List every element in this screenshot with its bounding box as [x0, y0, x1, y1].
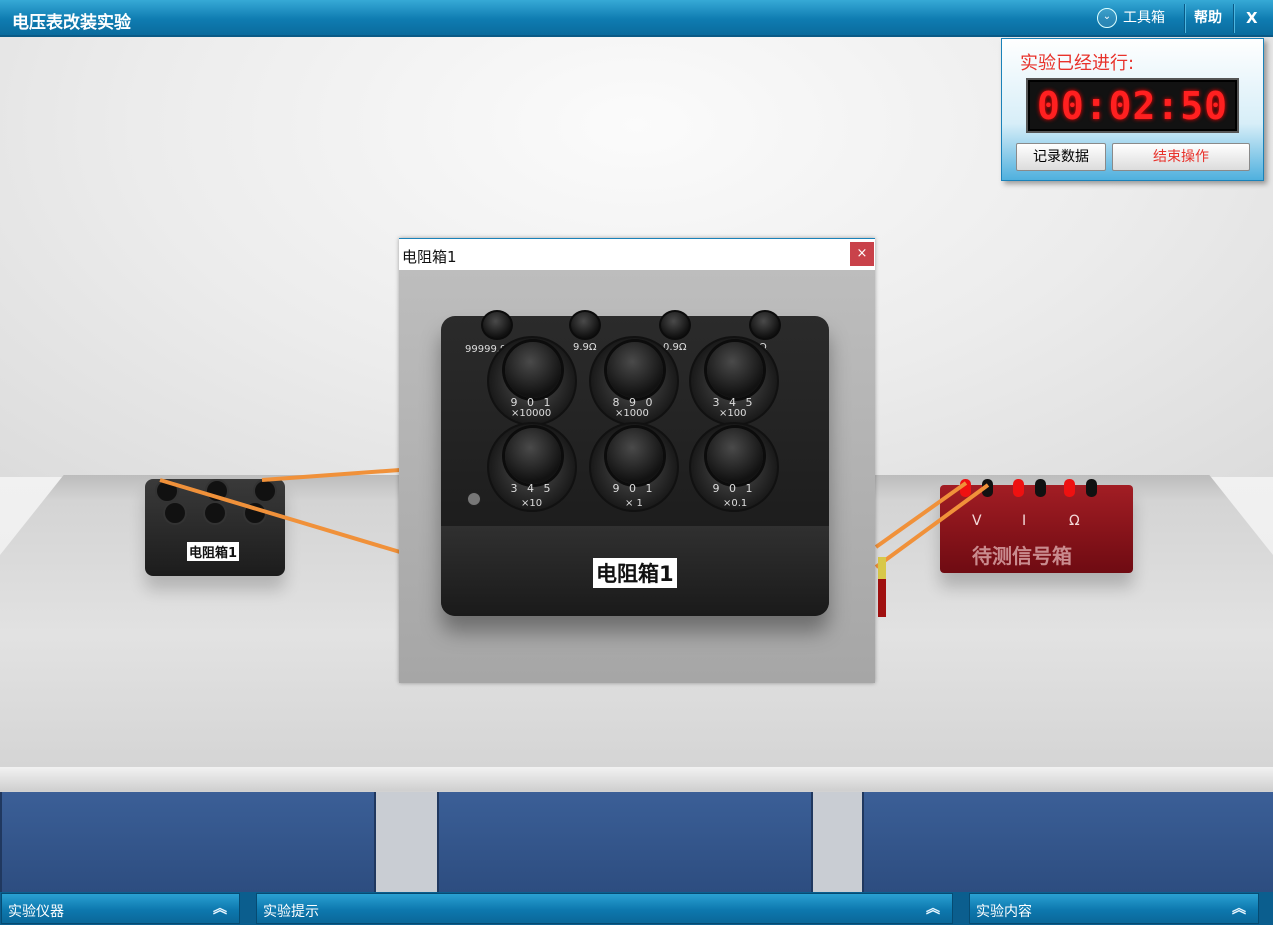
record-data-button[interactable]: 记录数据: [1016, 143, 1106, 171]
timer-label: 实验已经进行:: [1020, 53, 1135, 74]
dial-multiplier: ×100: [719, 408, 747, 419]
content-panel-tab[interactable]: 实验内容 ︽: [969, 893, 1259, 924]
terminal-label: 9.9Ω: [573, 342, 597, 353]
help-button[interactable]: 帮助: [1194, 0, 1222, 37]
wire-plug-tip: [878, 557, 886, 579]
hints-panel-tab[interactable]: 实验提示 ︽: [256, 893, 953, 924]
resistance-box-dialog: 电阻箱1 × 99999.9Ω 9.9Ω 0.9Ω Ω 9 0 1 8 9 0: [399, 238, 875, 683]
double-chevron-up-icon: ︽: [1232, 901, 1246, 917]
chevron-down-icon: ⌄: [1097, 8, 1117, 28]
terminal-knob[interactable]: [569, 310, 601, 340]
dial-digits: 9 0 1: [612, 482, 656, 495]
resistance-box-image: 99999.9Ω 9.9Ω 0.9Ω Ω 9 0 1 8 9 0 3 4 5 ×…: [441, 310, 829, 616]
timer-panel: 实验已经进行: 00:02:50 记录数据 结束操作: [1001, 38, 1264, 181]
wire[interactable]: [159, 478, 401, 554]
terminal-knob[interactable]: [659, 310, 691, 340]
content-label: 实验内容: [976, 904, 1032, 920]
dial-digits: 3 4 5: [510, 482, 554, 495]
dialog-header: 电阻箱1 ×: [399, 238, 875, 270]
dial-knob: [505, 342, 561, 398]
dialog-title: 电阻箱1: [402, 248, 457, 266]
bottom-bar: 实验仪器 ︽ 实验提示 ︽ 实验内容 ︽: [0, 892, 1273, 925]
dial-digits: 9 0 1: [712, 482, 756, 495]
dialog-body: 99999.9Ω 9.9Ω 0.9Ω Ω 9 0 1 8 9 0 3 4 5 ×…: [399, 270, 875, 683]
end-operation-button[interactable]: 结束操作: [1112, 143, 1250, 171]
timer-value: 00:02:50: [1036, 84, 1229, 128]
close-app-button[interactable]: X: [1246, 0, 1258, 37]
dial-knob: [707, 428, 763, 484]
wire[interactable]: [874, 481, 968, 549]
dial-multiplier: × 1: [625, 498, 643, 509]
big-box-label: 电阻箱1: [593, 558, 677, 588]
instruments-label: 实验仪器: [8, 904, 64, 920]
toolbar-divider: [1233, 4, 1235, 33]
dial-knob: [607, 342, 663, 398]
dial-multiplier: ×10000: [511, 408, 552, 419]
close-icon[interactable]: ×: [850, 242, 874, 266]
timer-display: 00:02:50: [1026, 78, 1239, 133]
screw: [467, 492, 481, 506]
terminal-knob[interactable]: [481, 310, 513, 340]
double-chevron-up-icon: ︽: [213, 901, 227, 917]
wire[interactable]: [874, 483, 990, 569]
terminal-knob[interactable]: [749, 310, 781, 340]
wire[interactable]: [261, 468, 401, 482]
toolbox-label: 工具箱: [1123, 10, 1165, 26]
dial-knob: [505, 428, 561, 484]
instruments-panel-tab[interactable]: 实验仪器 ︽: [1, 893, 240, 924]
hints-label: 实验提示: [263, 904, 319, 920]
dial-multiplier: ×1000: [615, 408, 649, 419]
dial-knob: [607, 428, 663, 484]
toolbox-button[interactable]: ⌄ 工具箱: [1097, 0, 1165, 37]
dial-multiplier: ×10: [521, 498, 543, 509]
dial-multiplier: ×0.1: [723, 498, 748, 509]
dial-knob: [707, 342, 763, 398]
title-bar: 电压表改装实验 ⌄ 工具箱 帮助 X: [0, 0, 1273, 37]
app-title: 电压表改装实验: [12, 13, 131, 33]
double-chevron-up-icon: ︽: [926, 901, 940, 917]
toolbar-divider: [1184, 4, 1186, 33]
